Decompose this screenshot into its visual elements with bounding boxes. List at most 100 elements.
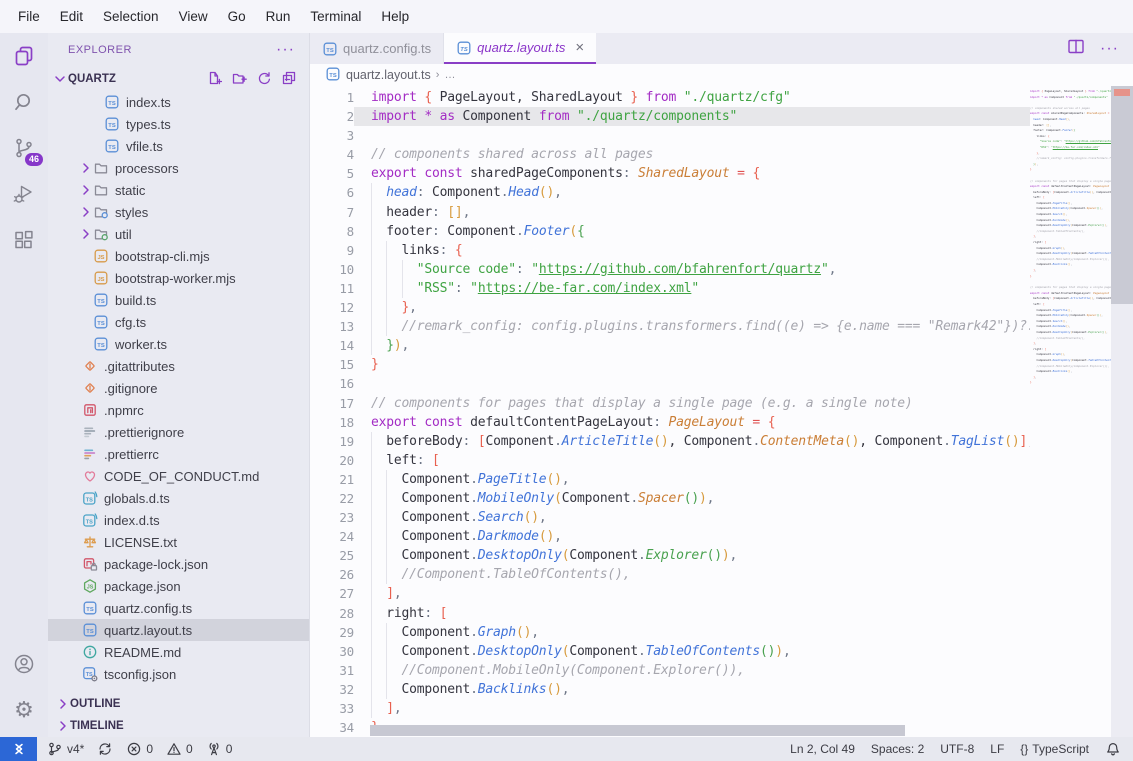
code-line-4: 4// components shared across all pages bbox=[310, 145, 1030, 164]
heart-icon bbox=[82, 468, 98, 484]
close-icon[interactable]: × bbox=[575, 39, 584, 56]
file-row-.prettierrc[interactable]: .prettierrc bbox=[48, 443, 309, 465]
status-eol[interactable]: LF bbox=[990, 742, 1004, 756]
account-icon bbox=[12, 652, 36, 676]
sidebar-more-actions-button[interactable]: ··· bbox=[276, 46, 295, 54]
folder-row-styles[interactable]: styles bbox=[48, 201, 309, 223]
status-cursor-position[interactable]: Ln 2, Col 49 bbox=[790, 742, 855, 756]
file-row-.gitattributes[interactable]: .gitattributes bbox=[48, 355, 309, 377]
section-header-timeline[interactable]: TIMELINE bbox=[48, 715, 309, 737]
menu-selection[interactable]: Selection bbox=[93, 9, 169, 24]
file-row-types.ts[interactable]: TStypes.ts bbox=[48, 113, 309, 135]
menu-go[interactable]: Go bbox=[218, 9, 256, 24]
section-title: OUTLINE bbox=[70, 698, 120, 710]
folder-row-processors[interactable]: processors bbox=[48, 157, 309, 179]
folder-icon bbox=[93, 160, 109, 176]
minimap[interactable]: import { PageLayout, SharedLayout } from… bbox=[1030, 86, 1111, 737]
status-label: 0 bbox=[146, 742, 153, 756]
file-row-vfile.ts[interactable]: TSvfile.ts bbox=[48, 135, 309, 157]
activity-settings[interactable]: ⚙ bbox=[0, 687, 48, 733]
file-row-quartz.layout.ts[interactable]: TSquartz.layout.ts bbox=[48, 619, 309, 641]
file-row-README.md[interactable]: README.md bbox=[48, 641, 309, 663]
file-row-tsconfig.json[interactable]: TStsconfig.json bbox=[48, 663, 309, 685]
code-line-24: 24 Component.Darkmode(), bbox=[310, 527, 1030, 546]
new-folder-button[interactable] bbox=[231, 70, 247, 89]
refresh-button[interactable] bbox=[256, 70, 272, 89]
activity-accounts[interactable] bbox=[0, 641, 48, 687]
scrollbar-slider[interactable] bbox=[1111, 86, 1133, 304]
remote-indicator[interactable] bbox=[0, 737, 37, 761]
code-line-27: 27 ], bbox=[310, 584, 1030, 603]
file-row-cfg.ts[interactable]: TScfg.ts bbox=[48, 311, 309, 333]
code-line-19: 19 beforeBody: [Component.ArticleTitle()… bbox=[310, 432, 1030, 451]
file-row-package-lock.json[interactable]: package-lock.json bbox=[48, 553, 309, 575]
ts-icon: TS bbox=[93, 292, 109, 308]
folder-row-util[interactable]: util bbox=[48, 223, 309, 245]
menu-file[interactable]: File bbox=[8, 9, 50, 24]
status-git-branch[interactable]: v4* bbox=[47, 741, 84, 757]
menu-terminal[interactable]: Terminal bbox=[300, 9, 371, 24]
file-row-CODE_OF_CONDUCT.md[interactable]: CODE_OF_CONDUCT.md bbox=[48, 465, 309, 487]
ts-file-icon: TS bbox=[322, 41, 337, 56]
status-ports[interactable]: 0 bbox=[206, 741, 233, 757]
sync-icon bbox=[97, 741, 113, 757]
file-row-globals.d.ts[interactable]: TSglobals.d.ts bbox=[48, 487, 309, 509]
tab-quartz.config.ts[interactable]: TSquartz.config.ts bbox=[310, 33, 444, 64]
sidebar-title: EXPLORER bbox=[68, 44, 132, 56]
activity-run-and-debug[interactable] bbox=[0, 171, 48, 217]
file-row-quartz.config.ts[interactable]: TSquartz.config.ts bbox=[48, 597, 309, 619]
file-row-LICENSE.txt[interactable]: LICENSE.txt bbox=[48, 531, 309, 553]
ts-icon: TS bbox=[104, 138, 120, 154]
file-row-.gitignore[interactable]: .gitignore bbox=[48, 377, 309, 399]
activity-source-control[interactable]: 46 bbox=[0, 125, 48, 171]
menu-view[interactable]: View bbox=[169, 9, 218, 24]
line-number: 33 bbox=[310, 699, 354, 718]
horizontal-scrollbar[interactable] bbox=[370, 725, 905, 736]
js-icon: JS bbox=[93, 248, 109, 264]
code-line-31: 31 //Component.MobileOnly(Component.Expl… bbox=[310, 661, 1030, 680]
line-number: 7 bbox=[310, 203, 354, 222]
explorer-sidebar: EXPLORER ··· QUARTZ TSindex.tsTStypes.ts… bbox=[48, 33, 310, 737]
menu-help[interactable]: Help bbox=[371, 9, 419, 24]
split-editor-button[interactable] bbox=[1066, 37, 1086, 60]
status-indentation[interactable]: Spaces: 2 bbox=[871, 742, 924, 756]
status-warnings[interactable]: 0 bbox=[166, 741, 193, 757]
menu-edit[interactable]: Edit bbox=[50, 9, 93, 24]
menu-run[interactable]: Run bbox=[256, 9, 301, 24]
line-number: 29 bbox=[310, 623, 354, 642]
file-row-package.json[interactable]: JSpackage.json bbox=[48, 575, 309, 597]
breadcrumb[interactable]: TS quartz.layout.ts › … bbox=[310, 64, 1133, 86]
file-row-.prettierignore[interactable]: .prettierignore bbox=[48, 421, 309, 443]
file-row-build.ts[interactable]: TSbuild.ts bbox=[48, 289, 309, 311]
tab-quartz.layout.ts[interactable]: TSquartz.layout.ts× bbox=[444, 33, 596, 64]
status-errors[interactable]: 0 bbox=[126, 741, 153, 757]
file-row-worker.ts[interactable]: TSworker.ts bbox=[48, 333, 309, 355]
status-encoding[interactable]: UTF-8 bbox=[940, 742, 974, 756]
collapse-all-button[interactable] bbox=[281, 70, 297, 89]
vertical-scrollbar[interactable] bbox=[1111, 86, 1133, 737]
line-number: 18 bbox=[310, 413, 354, 432]
status-sync[interactable] bbox=[97, 741, 113, 757]
status-language-mode[interactable]: {}TypeScript bbox=[1020, 742, 1089, 756]
chevron-right-icon bbox=[79, 226, 93, 242]
section-header-outline[interactable]: OUTLINE bbox=[48, 693, 309, 715]
svg-text:JS: JS bbox=[87, 585, 94, 591]
code-editor[interactable]: 1import { PageLayout, SharedLayout } fro… bbox=[310, 86, 1133, 737]
status-left: v4*000 bbox=[37, 741, 232, 757]
activity-explorer[interactable] bbox=[0, 33, 48, 79]
file-row-.npmrc[interactable]: .npmrc bbox=[48, 399, 309, 421]
new-file-button[interactable] bbox=[206, 70, 222, 89]
line-number: 25 bbox=[310, 546, 354, 565]
status-notifications[interactable] bbox=[1105, 741, 1121, 757]
folder-icon bbox=[93, 182, 109, 198]
activity-extensions[interactable] bbox=[0, 217, 48, 263]
file-row-bootstrap-cli.mjs[interactable]: JSbootstrap-cli.mjs bbox=[48, 245, 309, 267]
file-row-index.ts[interactable]: TSindex.ts bbox=[48, 91, 309, 113]
file-row-bootstrap-worker.mjs[interactable]: JSbootstrap-worker.mjs bbox=[48, 267, 309, 289]
editor-more-actions-button[interactable]: ··· bbox=[1100, 40, 1119, 58]
activity-search[interactable] bbox=[0, 79, 48, 125]
js-icon: JS bbox=[93, 270, 109, 286]
section-header-quartz[interactable]: QUARTZ bbox=[48, 67, 309, 91]
file-row-index.d.ts[interactable]: TSindex.d.ts bbox=[48, 509, 309, 531]
folder-row-static[interactable]: static bbox=[48, 179, 309, 201]
